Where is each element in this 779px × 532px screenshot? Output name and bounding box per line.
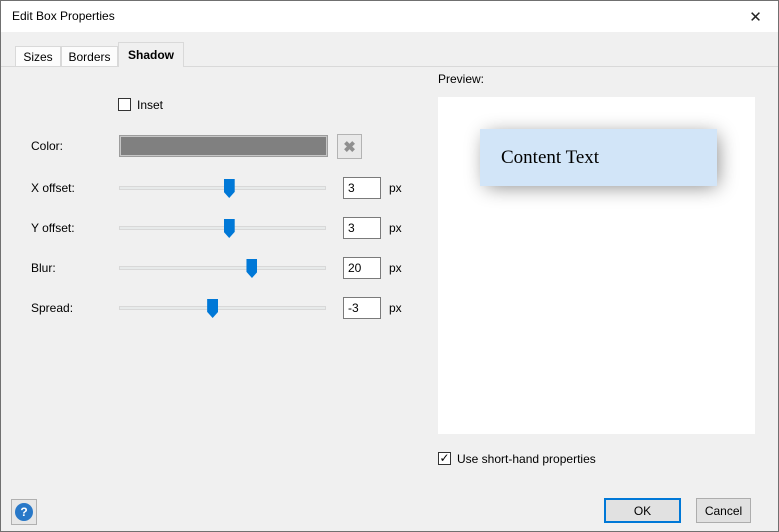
tab-sizes[interactable]: Sizes: [15, 46, 61, 67]
x-offset-slider[interactable]: [119, 179, 326, 198]
blur-input[interactable]: [343, 257, 381, 279]
tab-shadow-label: Shadow: [128, 48, 174, 62]
checkmark-icon: ✓: [439, 453, 449, 464]
spread-input[interactable]: [343, 297, 381, 319]
preview-content-text: Content Text: [501, 147, 599, 169]
preview-panel: Content Text: [438, 97, 755, 434]
window-title: Edit Box Properties: [12, 9, 115, 23]
blur-slider-thumb[interactable]: [246, 259, 257, 278]
spread-slider[interactable]: [119, 299, 326, 318]
tab-borders[interactable]: Borders: [61, 46, 118, 67]
spread-label: Spread:: [31, 299, 73, 318]
ok-button-label: OK: [634, 504, 651, 518]
title-bar: Edit Box Properties ✕: [1, 1, 778, 32]
shorthand-checkbox[interactable]: ✓: [438, 452, 451, 465]
cancel-button[interactable]: Cancel: [696, 498, 751, 523]
clear-color-icon: ✖: [343, 138, 356, 156]
inset-checkbox-label: Inset: [137, 98, 163, 112]
y-offset-slider[interactable]: [119, 219, 326, 238]
blur-unit: px: [389, 257, 402, 279]
ok-button[interactable]: OK: [604, 498, 681, 523]
inset-checkbox[interactable]: [118, 98, 131, 111]
x-offset-slider-thumb[interactable]: [224, 179, 235, 198]
spread-unit: px: [389, 297, 402, 319]
tab-shadow[interactable]: Shadow: [118, 42, 184, 67]
spread-slider-track[interactable]: [119, 306, 326, 310]
color-swatch[interactable]: [119, 135, 328, 157]
preview-label: Preview:: [438, 72, 484, 86]
tab-borders-label: Borders: [68, 50, 110, 64]
tab-sizes-label: Sizes: [23, 50, 52, 64]
color-label: Color:: [31, 137, 63, 156]
x-offset-slider-track[interactable]: [119, 186, 326, 190]
preview-content-box: Content Text: [480, 129, 717, 186]
cancel-button-label: Cancel: [705, 504, 742, 518]
y-offset-unit: px: [389, 217, 402, 239]
x-offset-input[interactable]: [343, 177, 381, 199]
y-offset-label: Y offset:: [31, 219, 75, 238]
shorthand-checkbox-label: Use short-hand properties: [457, 452, 596, 466]
x-offset-label: X offset:: [31, 179, 75, 198]
close-button[interactable]: ✕: [733, 1, 778, 32]
edit-box-properties-dialog: Edit Box Properties ✕ Sizes Borders Shad…: [0, 0, 779, 532]
help-icon: ?: [15, 503, 33, 521]
blur-slider[interactable]: [119, 259, 326, 278]
blur-slider-track[interactable]: [119, 266, 326, 270]
x-offset-unit: px: [389, 177, 402, 199]
y-offset-slider-track[interactable]: [119, 226, 326, 230]
y-offset-slider-thumb[interactable]: [224, 219, 235, 238]
blur-label: Blur:: [31, 259, 56, 278]
help-button[interactable]: ?: [11, 499, 37, 525]
close-icon: ✕: [749, 8, 762, 26]
y-offset-input[interactable]: [343, 217, 381, 239]
spread-slider-thumb[interactable]: [207, 299, 218, 318]
clear-color-button[interactable]: ✖: [337, 134, 362, 159]
